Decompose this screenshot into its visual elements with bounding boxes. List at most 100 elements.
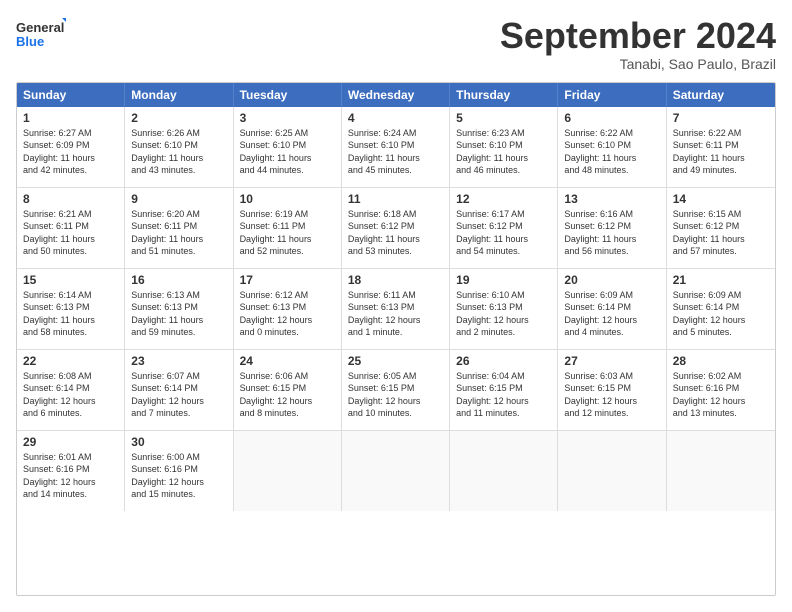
- cell-content: Sunrise: 6:09 AMSunset: 6:14 PMDaylight:…: [673, 289, 769, 339]
- cell-content: Sunrise: 6:22 AMSunset: 6:10 PMDaylight:…: [564, 127, 659, 177]
- cell-content: Sunrise: 6:23 AMSunset: 6:10 PMDaylight:…: [456, 127, 551, 177]
- cell-content: Sunrise: 6:21 AMSunset: 6:11 PMDaylight:…: [23, 208, 118, 258]
- header-day-saturday: Saturday: [667, 83, 775, 107]
- day-number: 30: [131, 435, 226, 449]
- cell-content: Sunrise: 6:10 AMSunset: 6:13 PMDaylight:…: [456, 289, 551, 339]
- calendar-row-4: 22 Sunrise: 6:08 AMSunset: 6:14 PMDayligh…: [17, 350, 775, 431]
- table-row: [234, 431, 342, 511]
- cell-content: Sunrise: 6:27 AMSunset: 6:09 PMDaylight:…: [23, 127, 118, 177]
- cell-content: Sunrise: 6:25 AMSunset: 6:10 PMDaylight:…: [240, 127, 335, 177]
- cell-content: Sunrise: 6:02 AMSunset: 6:16 PMDaylight:…: [673, 370, 769, 420]
- header-day-thursday: Thursday: [450, 83, 558, 107]
- logo: General Blue: [16, 16, 66, 52]
- table-row: 17 Sunrise: 6:12 AMSunset: 6:13 PMDayligh…: [234, 269, 342, 349]
- calendar-row-5: 29 Sunrise: 6:01 AMSunset: 6:16 PMDayligh…: [17, 431, 775, 511]
- calendar-header: SundayMondayTuesdayWednesdayThursdayFrid…: [17, 83, 775, 107]
- day-number: 16: [131, 273, 226, 287]
- header: General Blue September 2024 Tanabi, Sao …: [16, 16, 776, 72]
- table-row: 12Sunrise: 6:17 AMSunset: 6:12 PMDayligh…: [450, 188, 558, 268]
- cell-content: Sunrise: 6:00 AMSunset: 6:16 PMDaylight:…: [131, 451, 226, 501]
- day-number: 29: [23, 435, 118, 449]
- table-row: 24Sunrise: 6:06 AMSunset: 6:15 PMDayligh…: [234, 350, 342, 430]
- header-day-wednesday: Wednesday: [342, 83, 450, 107]
- table-row: 22 Sunrise: 6:08 AMSunset: 6:14 PMDayligh…: [17, 350, 125, 430]
- cell-content: Sunrise: 6:17 AMSunset: 6:12 PMDaylight:…: [456, 208, 551, 258]
- table-row: 13 Sunrise: 6:16 AMSunset: 6:12 PMDayligh…: [558, 188, 666, 268]
- cell-content: Sunrise: 6:04 AMSunset: 6:15 PMDaylight:…: [456, 370, 551, 420]
- cell-content: Sunrise: 6:06 AMSunset: 6:15 PMDaylight:…: [240, 370, 335, 420]
- table-row: 29 Sunrise: 6:01 AMSunset: 6:16 PMDayligh…: [17, 431, 125, 511]
- month-title: September 2024: [500, 16, 776, 56]
- day-number: 19: [456, 273, 551, 287]
- table-row: [342, 431, 450, 511]
- day-number: 21: [673, 273, 769, 287]
- table-row: 8Sunrise: 6:21 AMSunset: 6:11 PMDaylight…: [17, 188, 125, 268]
- svg-text:Blue: Blue: [16, 34, 44, 49]
- table-row: 27 Sunrise: 6:03 AMSunset: 6:15 PMDayligh…: [558, 350, 666, 430]
- calendar-row-2: 8Sunrise: 6:21 AMSunset: 6:11 PMDaylight…: [17, 188, 775, 269]
- logo-svg: General Blue: [16, 16, 66, 52]
- table-row: 3 Sunrise: 6:25 AMSunset: 6:10 PMDaylight…: [234, 107, 342, 187]
- day-number: 13: [564, 192, 659, 206]
- day-number: 2: [131, 111, 226, 125]
- table-row: [450, 431, 558, 511]
- day-number: 6: [564, 111, 659, 125]
- day-number: 25: [348, 354, 443, 368]
- title-area: September 2024 Tanabi, Sao Paulo, Brazil: [500, 16, 776, 72]
- day-number: 5: [456, 111, 551, 125]
- table-row: 10 Sunrise: 6:19 AMSunset: 6:11 PMDayligh…: [234, 188, 342, 268]
- table-row: 11Sunrise: 6:18 AMSunset: 6:12 PMDayligh…: [342, 188, 450, 268]
- calendar-row-3: 15 Sunrise: 6:14 AMSunset: 6:13 PMDayligh…: [17, 269, 775, 350]
- header-day-sunday: Sunday: [17, 83, 125, 107]
- header-day-friday: Friday: [558, 83, 666, 107]
- table-row: 21 Sunrise: 6:09 AMSunset: 6:14 PMDayligh…: [667, 269, 775, 349]
- day-number: 23: [131, 354, 226, 368]
- cell-content: Sunrise: 6:19 AMSunset: 6:11 PMDaylight:…: [240, 208, 335, 258]
- calendar-body: 1Sunrise: 6:27 AMSunset: 6:09 PMDaylight…: [17, 107, 775, 511]
- day-number: 15: [23, 273, 118, 287]
- cell-content: Sunrise: 6:13 AMSunset: 6:13 PMDaylight:…: [131, 289, 226, 339]
- day-number: 17: [240, 273, 335, 287]
- day-number: 27: [564, 354, 659, 368]
- table-row: 26Sunrise: 6:04 AMSunset: 6:15 PMDayligh…: [450, 350, 558, 430]
- cell-content: Sunrise: 6:12 AMSunset: 6:13 PMDaylight:…: [240, 289, 335, 339]
- table-row: 14 Sunrise: 6:15 AMSunset: 6:12 PMDayligh…: [667, 188, 775, 268]
- cell-content: Sunrise: 6:09 AMSunset: 6:14 PMDaylight:…: [564, 289, 659, 339]
- table-row: [667, 431, 775, 511]
- table-row: 25Sunrise: 6:05 AMSunset: 6:15 PMDayligh…: [342, 350, 450, 430]
- cell-content: Sunrise: 6:11 AMSunset: 6:13 PMDaylight:…: [348, 289, 443, 339]
- cell-content: Sunrise: 6:01 AMSunset: 6:16 PMDaylight:…: [23, 451, 118, 501]
- day-number: 10: [240, 192, 335, 206]
- cell-content: Sunrise: 6:08 AMSunset: 6:14 PMDaylight:…: [23, 370, 118, 420]
- day-number: 14: [673, 192, 769, 206]
- cell-content: Sunrise: 6:24 AMSunset: 6:10 PMDaylight:…: [348, 127, 443, 177]
- calendar-row-1: 1Sunrise: 6:27 AMSunset: 6:09 PMDaylight…: [17, 107, 775, 188]
- table-row: 28Sunrise: 6:02 AMSunset: 6:16 PMDayligh…: [667, 350, 775, 430]
- day-number: 4: [348, 111, 443, 125]
- cell-content: Sunrise: 6:14 AMSunset: 6:13 PMDaylight:…: [23, 289, 118, 339]
- cell-content: Sunrise: 6:15 AMSunset: 6:12 PMDaylight:…: [673, 208, 769, 258]
- svg-text:General: General: [16, 20, 64, 35]
- cell-content: Sunrise: 6:16 AMSunset: 6:12 PMDaylight:…: [564, 208, 659, 258]
- day-number: 22: [23, 354, 118, 368]
- table-row: 19 Sunrise: 6:10 AMSunset: 6:13 PMDayligh…: [450, 269, 558, 349]
- cell-content: Sunrise: 6:03 AMSunset: 6:15 PMDaylight:…: [564, 370, 659, 420]
- header-day-tuesday: Tuesday: [234, 83, 342, 107]
- cell-content: Sunrise: 6:07 AMSunset: 6:14 PMDaylight:…: [131, 370, 226, 420]
- day-number: 7: [673, 111, 769, 125]
- table-row: 6 Sunrise: 6:22 AMSunset: 6:10 PMDaylight…: [558, 107, 666, 187]
- table-row: 1Sunrise: 6:27 AMSunset: 6:09 PMDaylight…: [17, 107, 125, 187]
- table-row: 16 Sunrise: 6:13 AMSunset: 6:13 PMDayligh…: [125, 269, 233, 349]
- cell-content: Sunrise: 6:26 AMSunset: 6:10 PMDaylight:…: [131, 127, 226, 177]
- calendar: SundayMondayTuesdayWednesdayThursdayFrid…: [16, 82, 776, 596]
- day-number: 20: [564, 273, 659, 287]
- table-row: 23 Sunrise: 6:07 AMSunset: 6:14 PMDayligh…: [125, 350, 233, 430]
- subtitle: Tanabi, Sao Paulo, Brazil: [500, 56, 776, 72]
- header-day-monday: Monday: [125, 83, 233, 107]
- page: General Blue September 2024 Tanabi, Sao …: [0, 0, 792, 612]
- table-row: [558, 431, 666, 511]
- table-row: 2 Sunrise: 6:26 AMSunset: 6:10 PMDaylight…: [125, 107, 233, 187]
- day-number: 3: [240, 111, 335, 125]
- table-row: 18Sunrise: 6:11 AMSunset: 6:13 PMDayligh…: [342, 269, 450, 349]
- day-number: 9: [131, 192, 226, 206]
